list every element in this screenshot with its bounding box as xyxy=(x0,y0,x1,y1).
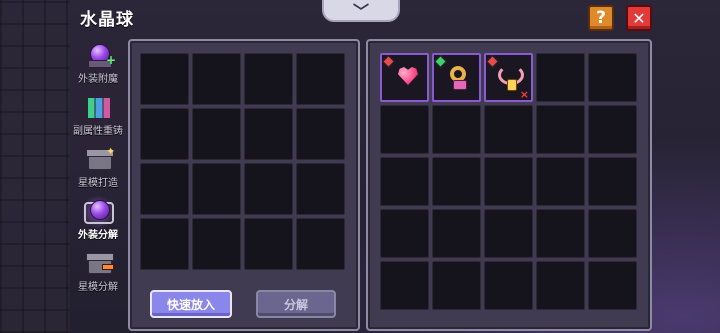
sidebar-item-label: 星模打造 xyxy=(78,178,118,189)
decompose-button[interactable]: 分解 xyxy=(256,290,336,318)
pendant-necklace-icon xyxy=(496,63,524,91)
dungeon-background xyxy=(0,0,70,333)
heart-charm-icon xyxy=(392,63,420,91)
sidebar-item-label: 副属性重铸 xyxy=(73,126,123,137)
decompose-slot[interactable] xyxy=(140,218,189,270)
decompose-slot[interactable] xyxy=(296,163,345,215)
decompose-slot-grid xyxy=(140,53,345,270)
anvil-hammer-icon xyxy=(84,250,114,276)
crystal-ball-icon xyxy=(80,196,116,228)
decompose-panel: 快速放入 分解 xyxy=(128,39,360,331)
crystal-ball-plus-icon: + xyxy=(84,42,116,68)
inventory-slot[interactable] xyxy=(432,105,481,154)
inventory-slot[interactable] xyxy=(380,209,429,258)
inventory-slot[interactable] xyxy=(536,53,585,102)
sidebar-item-forge[interactable]: ✦ 星模打造 xyxy=(70,146,126,192)
inventory-slot[interactable] xyxy=(432,209,481,258)
decompose-slot[interactable] xyxy=(296,218,345,270)
inventory-slot[interactable] xyxy=(588,209,637,258)
inventory-slot[interactable] xyxy=(380,105,429,154)
inventory-slot[interactable] xyxy=(484,157,533,206)
inventory-slot[interactable] xyxy=(588,261,637,310)
game-screen: 水晶球 ﹀ ? ✕ + 外装附魔 副属性重铸 ✦ 星模打造 外装分解 星模分解 … xyxy=(0,0,720,333)
inventory-slot[interactable] xyxy=(432,53,481,102)
sidebar-item-label: 外装附魔 xyxy=(78,74,118,85)
help-button[interactable]: ? xyxy=(588,5,614,31)
inventory-slot[interactable] xyxy=(484,105,533,154)
inventory-slot[interactable] xyxy=(536,209,585,258)
gems-icon xyxy=(84,94,112,120)
inventory-slot[interactable] xyxy=(536,105,585,154)
chevron-down-icon: ﹀ xyxy=(352,2,369,21)
sidebar-item-enchant[interactable]: + 外装附魔 xyxy=(70,42,126,88)
inventory-slot[interactable] xyxy=(588,105,637,154)
sidebar-item-label: 星模分解 xyxy=(78,282,118,293)
inventory-slot[interactable] xyxy=(380,53,429,102)
sidebar-item-reforge[interactable]: 副属性重铸 xyxy=(70,94,126,140)
decompose-slot[interactable] xyxy=(192,108,241,160)
close-button[interactable]: ✕ xyxy=(626,5,652,31)
inventory-slot[interactable] xyxy=(380,157,429,206)
decompose-slot[interactable] xyxy=(140,53,189,105)
decompose-slot[interactable] xyxy=(296,108,345,160)
decompose-slot[interactable] xyxy=(244,218,293,270)
decompose-slot[interactable] xyxy=(140,163,189,215)
quick-add-button[interactable]: 快速放入 xyxy=(150,290,232,318)
gold-ring-icon xyxy=(444,63,472,91)
unusable-mark-icon: × xyxy=(519,88,529,101)
inventory-slot[interactable] xyxy=(484,261,533,310)
close-icon: ✕ xyxy=(632,8,646,28)
decompose-slot[interactable] xyxy=(296,53,345,105)
inventory-slot[interactable] xyxy=(536,261,585,310)
inventory-slot[interactable] xyxy=(432,157,481,206)
inventory-slot[interactable] xyxy=(588,53,637,102)
decompose-slot[interactable] xyxy=(192,218,241,270)
inventory-slot[interactable] xyxy=(380,261,429,310)
decompose-slot[interactable] xyxy=(244,53,293,105)
inventory-slot[interactable] xyxy=(484,209,533,258)
question-icon: ? xyxy=(596,8,606,28)
sidebar: + 外装附魔 副属性重铸 ✦ 星模打造 外装分解 星模分解 xyxy=(70,42,126,293)
inventory-slot[interactable]: × xyxy=(484,53,533,102)
decompose-slot[interactable] xyxy=(244,163,293,215)
decompose-slot[interactable] xyxy=(192,163,241,215)
decompose-slot[interactable] xyxy=(244,108,293,160)
decompose-slot[interactable] xyxy=(140,108,189,160)
decompose-slot[interactable] xyxy=(192,53,241,105)
inventory-panel: × xyxy=(366,39,652,331)
inventory-slot[interactable] xyxy=(588,157,637,206)
sidebar-item-star-decompose[interactable]: 星模分解 xyxy=(70,250,126,296)
collapse-tab[interactable]: ﹀ xyxy=(322,0,400,22)
inventory-slot[interactable] xyxy=(432,261,481,310)
inventory-slot-grid: × xyxy=(380,53,637,310)
sidebar-item-label: 外装分解 xyxy=(78,230,118,241)
inventory-slot[interactable] xyxy=(536,157,585,206)
sidebar-item-decompose[interactable]: 外装分解 xyxy=(70,196,126,244)
page-title: 水晶球 xyxy=(80,10,134,30)
anvil-icon: ✦ xyxy=(84,146,115,172)
